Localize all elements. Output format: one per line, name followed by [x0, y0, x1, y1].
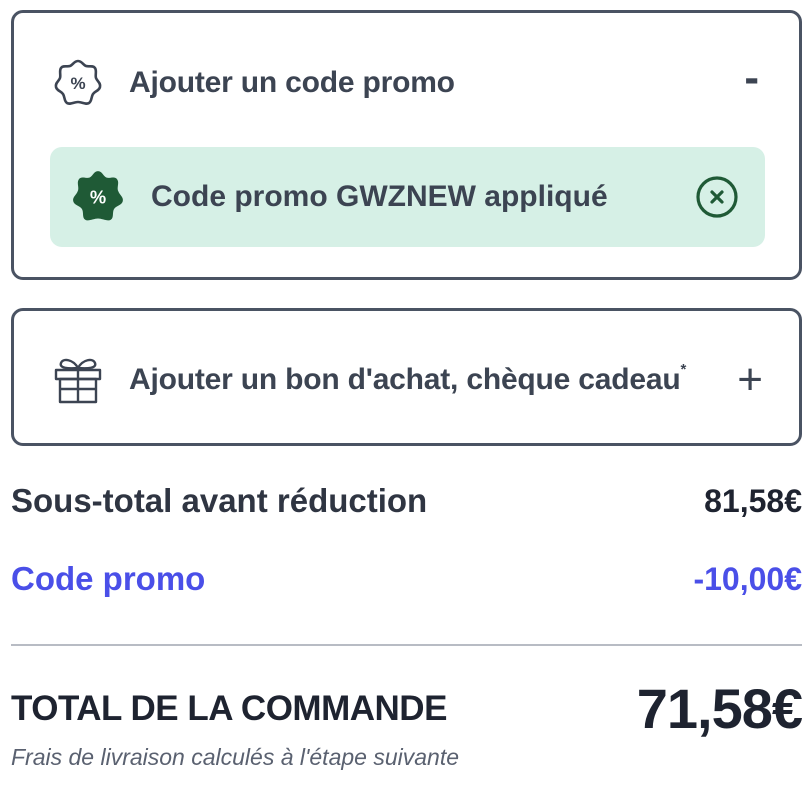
svg-text:%: %	[70, 74, 85, 93]
promo-code-title: Ajouter un code promo	[129, 66, 455, 99]
gift-voucher-card: Ajouter un bon d'achat, chèque cadeau* +	[11, 308, 802, 446]
footnote-asterisk: *	[680, 361, 687, 378]
percent-badge-icon: %	[50, 55, 106, 111]
svg-text:%: %	[90, 186, 106, 207]
order-total-value: 71,58€	[636, 677, 803, 740]
shipping-note: Frais de livraison calculés à l'étape su…	[11, 744, 460, 770]
summary-divider	[11, 644, 802, 646]
expand-toggle[interactable]: +	[737, 358, 763, 402]
order-total-row: TOTAL DE LA COMMANDE 71,58€	[11, 676, 803, 741]
close-circle-icon	[696, 176, 738, 218]
applied-promo-text: Code promo GWZNEW appliqué	[151, 180, 608, 213]
applied-promo-banner: % Code promo GWZNEW appliqué	[50, 147, 765, 247]
subtotal-label: Sous-total avant réduction	[11, 482, 428, 519]
promo-discount-label: Code promo	[11, 560, 206, 597]
promo-discount-row: Code promo -10,00€	[11, 560, 802, 598]
order-total-label: TOTAL DE LA COMMANDE	[11, 688, 447, 728]
promo-code-header[interactable]: % Ajouter un code promo -	[14, 48, 799, 118]
percent-badge-filled-icon: %	[70, 169, 126, 225]
subtotal-row: Sous-total avant réduction 81,58€	[11, 482, 802, 520]
promo-discount-value: -10,00€	[693, 560, 802, 597]
gift-voucher-title: Ajouter un bon d'achat, chèque cadeau*	[129, 361, 687, 396]
subtotal-value: 81,58€	[704, 482, 802, 519]
remove-promo-button[interactable]	[695, 175, 739, 219]
promo-code-card: % Ajouter un code promo - % Code promo G…	[11, 10, 802, 280]
gift-voucher-header[interactable]: Ajouter un bon d'achat, chèque cadeau* +	[14, 345, 799, 415]
gift-icon	[50, 352, 106, 408]
collapse-toggle[interactable]: -	[744, 56, 759, 100]
